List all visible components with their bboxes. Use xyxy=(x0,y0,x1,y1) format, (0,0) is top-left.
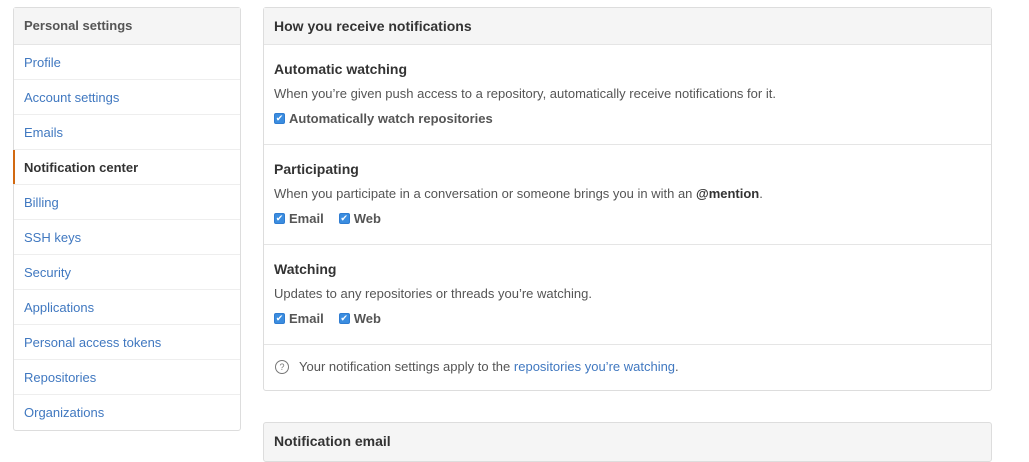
notification-settings-note: ? Your notification settings apply to th… xyxy=(264,345,991,389)
repositories-watching-link[interactable]: repositories you’re watching xyxy=(514,345,675,389)
sidebar-item-personal-access-tokens[interactable]: Personal access tokens xyxy=(14,325,240,360)
notifications-panel: How you receive notifications Automatic … xyxy=(263,7,992,391)
watching-desc: Updates to any repositories or threads y… xyxy=(274,286,592,301)
checkbox-checked-icon[interactable]: ✔ xyxy=(338,313,350,324)
sidebar-item-notification-center[interactable]: Notification center xyxy=(13,150,240,185)
automatic-watching-title: Automatic watching xyxy=(274,61,408,77)
checkbox-checked-icon[interactable]: ✔ xyxy=(338,213,350,224)
automatic-watching-options: ✔ Automatically watch repositories xyxy=(274,111,493,126)
participating-email-checkbox[interactable]: ✔ Email xyxy=(274,211,324,226)
sidebar-item-ssh-keys[interactable]: SSH keys xyxy=(14,220,240,255)
auto-watch-checkbox[interactable]: ✔ Automatically watch repositories xyxy=(274,111,493,126)
watching-web-label: Web xyxy=(353,311,381,326)
participating-desc-text: When you participate in a conversation o… xyxy=(274,186,697,201)
watching-title: Watching xyxy=(274,261,337,277)
checkbox-checked-icon[interactable]: ✔ xyxy=(274,213,285,224)
sidebar-item-profile[interactable]: Profile xyxy=(14,45,240,80)
sidebar-item-account-settings[interactable]: Account settings xyxy=(14,80,240,115)
participating-web-checkbox[interactable]: ✔ Web xyxy=(338,211,381,226)
note-text: Your notification settings apply to the xyxy=(299,359,511,374)
sidebar-item-security[interactable]: Security xyxy=(14,255,240,290)
sidebar-item-repositories[interactable]: Repositories xyxy=(14,360,240,395)
notification-email-title: Notification email xyxy=(274,433,391,449)
participating-web-label: Web xyxy=(353,211,381,226)
watching-email-checkbox[interactable]: ✔ Email xyxy=(274,311,324,326)
automatic-watching-desc: When you’re given push access to a repos… xyxy=(274,86,776,101)
auto-watch-label: Automatically watch repositories xyxy=(289,111,493,126)
sidebar-item-billing[interactable]: Billing xyxy=(14,185,240,220)
participating-email-label: Email xyxy=(289,211,324,226)
mention-text: @mention xyxy=(696,186,760,201)
participating-desc: When you participate in a conversation o… xyxy=(274,186,763,201)
panel-title: How you receive notifications xyxy=(264,8,991,45)
participating-title: Participating xyxy=(274,161,359,177)
watching-email-label: Email xyxy=(289,311,324,326)
participating-desc-end: . xyxy=(759,186,763,201)
notification-email-panel: Notification email xyxy=(263,422,992,462)
automatic-watching-section: Automatic watching When you’re given pus… xyxy=(264,45,991,145)
sidebar-title: Personal settings xyxy=(14,8,240,45)
sidebar-item-emails[interactable]: Emails xyxy=(14,115,240,150)
watching-section: Watching Updates to any repositories or … xyxy=(264,245,991,345)
checkbox-checked-icon[interactable]: ✔ xyxy=(274,313,285,324)
question-circle-icon: ? xyxy=(275,360,289,374)
watching-web-checkbox[interactable]: ✔ Web xyxy=(338,311,381,326)
participating-section: Participating When you participate in a … xyxy=(264,145,991,245)
settings-sidebar: Personal settings Profile Account settin… xyxy=(13,7,241,431)
checkbox-checked-icon[interactable]: ✔ xyxy=(274,113,285,124)
sidebar-item-applications[interactable]: Applications xyxy=(14,290,240,325)
watching-options: ✔ Email ✔ Web xyxy=(274,311,381,326)
sidebar-item-organizations[interactable]: Organizations xyxy=(14,395,240,430)
note-end: . xyxy=(675,359,679,374)
participating-options: ✔ Email ✔ Web xyxy=(274,211,381,226)
